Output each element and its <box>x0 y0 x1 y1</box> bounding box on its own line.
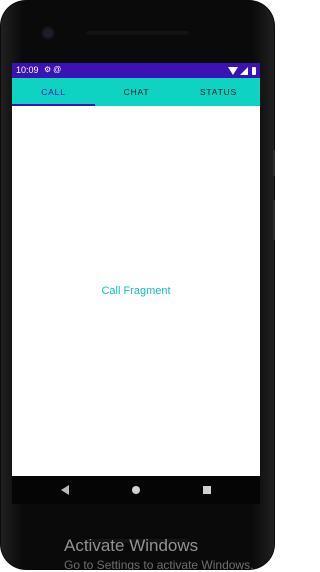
activation-watermark: Activate Windows <box>64 536 199 555</box>
status-time: 10:09 <box>16 65 39 75</box>
power-button[interactable] <box>273 200 275 240</box>
tab-call[interactable]: CALL <box>12 78 95 106</box>
fragment-label: Call Fragment <box>101 285 171 297</box>
volume-button[interactable] <box>273 150 275 176</box>
battery-icon <box>252 66 256 75</box>
fragment-container: Call Fragment <box>12 106 260 476</box>
back-icon[interactable] <box>61 485 69 495</box>
tab-bar: CALL CHAT STATUS <box>12 78 260 106</box>
top-speaker <box>85 29 190 35</box>
tab-chat[interactable]: CHAT <box>95 78 178 106</box>
home-icon[interactable] <box>132 486 140 494</box>
wifi-icon <box>228 66 238 75</box>
status-right-icons <box>228 66 256 75</box>
app-screen: 10:09 ⚙@ CALL CHAT STATUS Call Fragment <box>12 63 260 476</box>
tab-label: STATUS <box>199 87 238 97</box>
recents-icon[interactable] <box>203 486 211 494</box>
front-camera <box>43 28 53 38</box>
at-icon: @ <box>53 65 64 74</box>
navigation-bar <box>12 476 260 504</box>
status-bar: 10:09 ⚙@ <box>12 63 260 78</box>
tab-status[interactable]: STATUS <box>177 78 260 106</box>
tab-label: CHAT <box>123 87 150 97</box>
signal-icon <box>240 66 248 75</box>
phone-frame: 10:09 ⚙@ CALL CHAT STATUS Call Fragment <box>0 0 275 570</box>
status-left-icons: ⚙@ <box>44 65 63 74</box>
tab-label: CALL <box>41 87 66 97</box>
gear-icon: ⚙ <box>44 65 54 74</box>
